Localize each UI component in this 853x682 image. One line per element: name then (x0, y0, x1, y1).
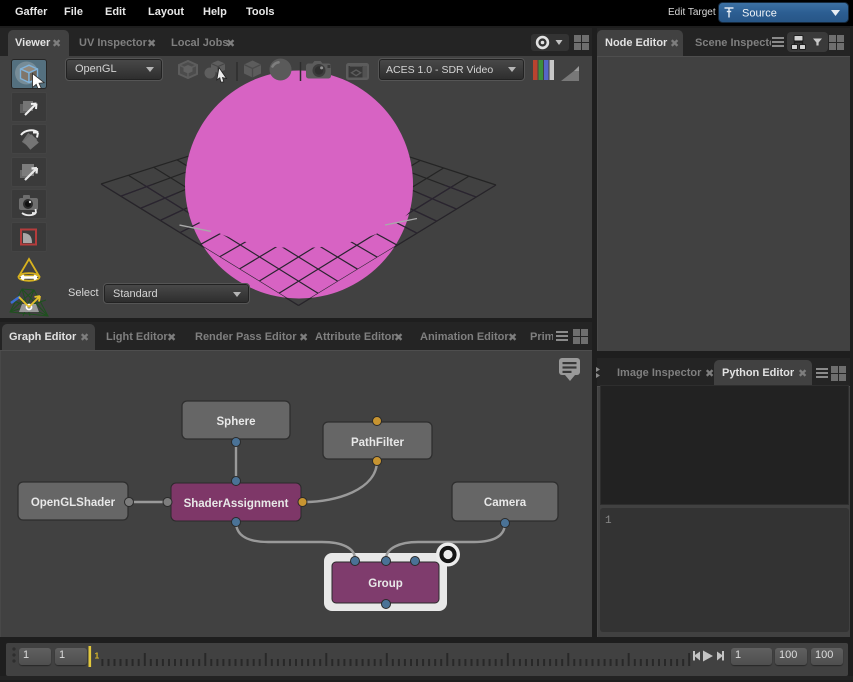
svg-text:ShaderAssignment: ShaderAssignment (184, 498, 289, 510)
svg-text:Sphere: Sphere (217, 416, 256, 428)
svg-text:OpenGLShader: OpenGLShader (31, 497, 116, 509)
svg-text:Source: Source (742, 8, 777, 20)
svg-text:1: 1 (95, 651, 100, 661)
svg-text:Group: Group (368, 578, 403, 590)
svg-text:Camera: Camera (484, 497, 527, 509)
svg-text:PathFilter: PathFilter (351, 437, 405, 449)
